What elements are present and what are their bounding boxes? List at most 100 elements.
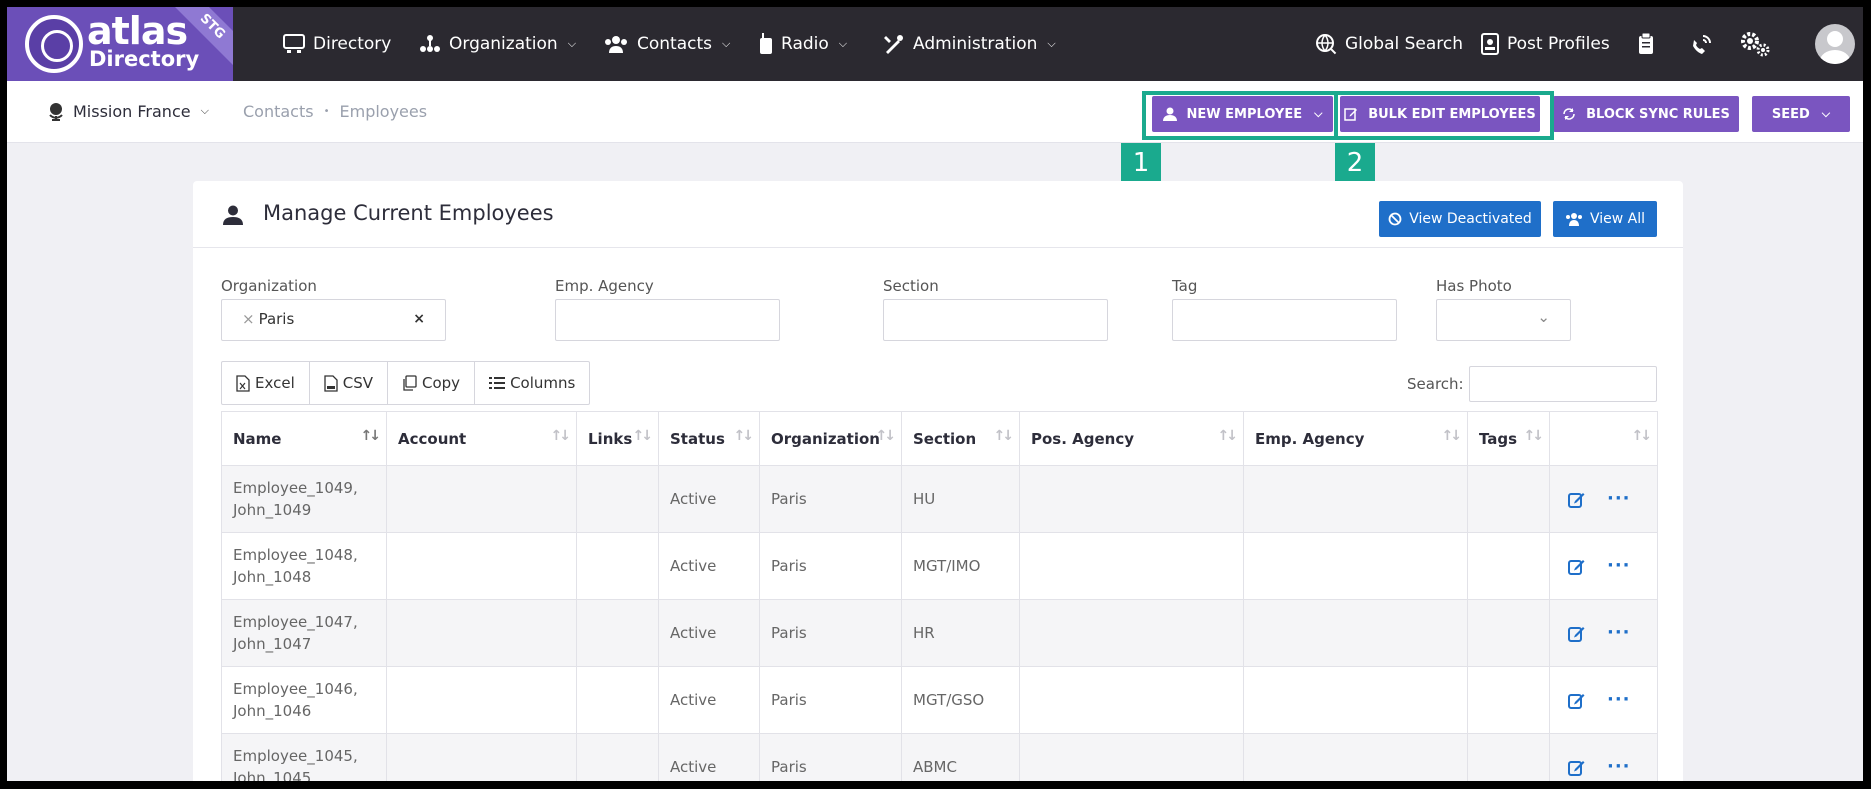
organization-cell: Paris [759,666,902,734]
employees-card: Manage Current Employees View Deactivate… [193,181,1683,781]
post-profiles-link[interactable]: Post Profiles [1481,7,1610,81]
clear-icon[interactable]: × [413,311,425,327]
nav-administration[interactable]: Administration ⌵ [883,7,1056,81]
nav-administration-label: Administration [913,34,1038,54]
atlas-logo[interactable]: atlas Directory STG [7,7,233,81]
columns-button[interactable]: Columns [475,362,589,404]
name-cell[interactable]: Employee_1048, John_1048 [221,532,387,600]
breadcrumb-separator: • [323,106,330,117]
filter-organization-label: Organization [221,277,317,295]
status-cell: Active [658,733,760,781]
nav-directory-label: Directory [313,34,392,54]
clipboard-icon[interactable] [1629,27,1663,61]
phone-signal-icon[interactable] [1685,27,1719,61]
name-cell[interactable]: Employee_1045, John_1045 [221,733,387,781]
highlight-box [1142,91,1554,140]
organization-cell: Paris [759,599,902,667]
mission-selector[interactable]: Mission France ⌵ [47,101,209,121]
column-header[interactable]: ↑↓ [1549,411,1658,466]
more-options-icon[interactable]: ··· [1607,689,1631,711]
top-navbar: atlas Directory STG Directory Organizati… [7,7,1863,81]
view-deactivated-button[interactable]: View Deactivated [1379,201,1541,237]
pos-agency-cell [1019,532,1244,600]
edit-icon[interactable] [1568,759,1585,776]
nav-contacts[interactable]: Contacts ⌵ [603,7,730,81]
selected-chip[interactable]: × Paris [242,310,294,328]
column-header[interactable]: Name ↑↓ [221,411,387,466]
name-cell[interactable]: Employee_1047, John_1047 [221,599,387,667]
tools-icon [884,35,903,54]
organization-cell: Paris [759,465,902,533]
pos-agency-cell [1019,599,1244,667]
sort-icon: ↑↓ [875,428,897,444]
sort-icon: ↑↓ [1441,428,1463,444]
more-options-icon[interactable]: ··· [1607,756,1631,778]
organization-filter[interactable]: × Paris × [221,299,446,341]
sort-icon: ↑↓ [1631,428,1653,444]
pos-agency-cell [1019,733,1244,781]
more-options-icon[interactable]: ··· [1607,555,1631,577]
edit-icon[interactable] [1568,692,1585,709]
view-deactivated-label: View Deactivated [1409,211,1532,227]
search-input[interactable] [1469,366,1657,402]
actions-cell: ··· [1549,733,1658,781]
account-cell [386,666,577,734]
section-cell: MGT/IMO [901,532,1020,600]
block-sync-rules-button[interactable]: BLOCK SYNC RULES [1553,96,1739,132]
actions-cell: ··· [1549,532,1658,600]
nav-radio[interactable]: Radio ⌵ [759,7,847,81]
global-search-link[interactable]: Global Search [1315,7,1463,81]
more-options-icon[interactable]: ··· [1607,622,1631,644]
remove-chip-icon[interactable]: × [242,310,255,328]
edit-icon[interactable] [1568,491,1585,508]
links-cell [576,666,659,734]
table-row: Employee_1045, John_1045 Active Paris ABM… [221,733,1658,781]
globe-search-icon [1316,34,1337,55]
copy-button[interactable]: Copy [388,362,476,404]
gears-icon[interactable] [1739,27,1773,61]
has-photo-select[interactable]: ⌄ [1436,299,1571,341]
nav-contacts-label: Contacts [637,34,712,54]
column-header[interactable]: Links ↑↓ [576,411,659,466]
edit-icon[interactable] [1568,558,1585,575]
name-cell[interactable]: Employee_1046, John_1046 [221,666,387,734]
breadcrumb-contacts[interactable]: Contacts [243,102,314,121]
actions-cell: ··· [1549,465,1658,533]
status-cell: Active [658,465,760,533]
table-row: Employee_1049, John_1049 Active Paris HU … [221,465,1658,533]
column-header[interactable]: Tags ↑↓ [1467,411,1550,466]
emp-agency-cell [1243,532,1468,600]
column-header[interactable]: Organization ↑↓ [759,411,902,466]
column-header[interactable]: Emp. Agency ↑↓ [1243,411,1468,466]
user-avatar[interactable] [1815,24,1855,64]
organization-cell: Paris [759,733,902,781]
column-header[interactable]: Account ↑↓ [386,411,577,466]
section-cell: HU [901,465,1020,533]
section-filter[interactable] [883,299,1108,341]
csv-label: CSV [342,374,373,392]
more-options-icon[interactable]: ··· [1607,488,1631,510]
nav-organization[interactable]: Organization ⌵ [419,7,576,81]
name-cell[interactable]: Employee_1049, John_1049 [221,465,387,533]
tag-filter[interactable] [1172,299,1397,341]
seed-button[interactable]: SEED ⌵ [1752,96,1850,132]
employees-table: Name ↑↓ Account ↑↓ Links ↑↓ Status ↑↓ Organi… [221,411,1658,781]
globe-stand-icon [49,103,63,121]
block-sync-label: BLOCK SYNC RULES [1586,106,1730,122]
edit-icon[interactable] [1568,625,1585,642]
annotation-marker-2: 2 [1335,143,1375,183]
sync-icon [1563,108,1575,120]
excel-button[interactable]: Excel [222,362,310,404]
column-header[interactable]: Pos. Agency ↑↓ [1019,411,1244,466]
view-all-button[interactable]: View All [1553,201,1657,237]
table-row: Employee_1048, John_1048 Active Paris MGT… [221,532,1658,600]
filter-emp-agency-label: Emp. Agency [555,277,654,295]
csv-button[interactable]: CSV [310,362,388,404]
breadcrumb-employees: Employees [339,102,428,121]
file-excel-icon [236,374,250,392]
tags-cell [1467,666,1550,734]
column-header[interactable]: Section ↑↓ [901,411,1020,466]
nav-directory[interactable]: Directory [283,7,391,81]
emp-agency-filter[interactable] [555,299,780,341]
column-header[interactable]: Status ↑↓ [658,411,760,466]
